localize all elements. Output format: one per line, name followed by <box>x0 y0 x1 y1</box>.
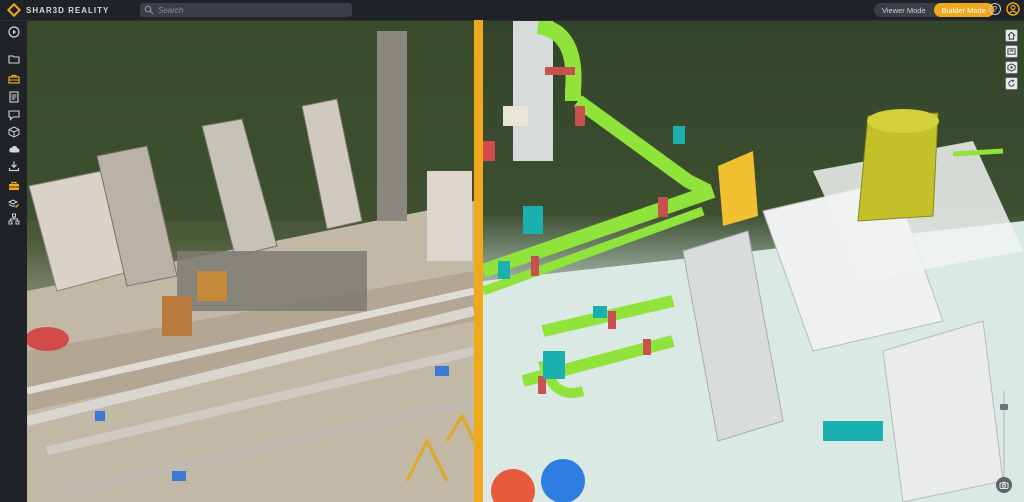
sidebar-item-cloud[interactable] <box>7 142 20 155</box>
model-scene <box>483 21 1024 502</box>
sidebar-item-folder[interactable] <box>7 52 20 65</box>
logo-mark-icon <box>8 4 20 16</box>
model-view-button[interactable] <box>1005 45 1018 58</box>
help-button[interactable]: ? <box>989 3 1001 15</box>
measure-icon <box>1007 63 1016 72</box>
user-account-icon[interactable] <box>1006 2 1020 16</box>
cloud-icon <box>8 145 19 152</box>
download-icon <box>8 161 19 171</box>
viewer-mode-button[interactable]: Viewer Mode <box>874 3 934 17</box>
sidebar-item-layers-edit[interactable] <box>7 196 20 209</box>
document-icon <box>8 90 19 103</box>
brand-name: SHAR3D REALITY <box>26 5 110 15</box>
split-view-divider[interactable] <box>474 20 483 502</box>
sidebar-item-play[interactable] <box>7 25 20 38</box>
app-root: SHAR3D REALITY Viewer Mode Builder Mode … <box>0 0 1024 502</box>
mode-switch: Viewer Mode Builder Mode <box>874 3 994 17</box>
builder-mode-button[interactable]: Builder Mode <box>933 3 994 17</box>
folder-icon <box>7 54 20 64</box>
sidebar <box>0 21 27 502</box>
sidebar-item-cube[interactable] <box>7 125 20 138</box>
comment-icon <box>7 109 20 121</box>
layers-edit-icon <box>7 198 19 208</box>
sidebar-item-hierarchy[interactable] <box>7 212 20 225</box>
viewport-toolbar <box>1005 29 1018 90</box>
sidebar-item-comment[interactable] <box>7 108 20 121</box>
home-view-icon <box>1007 31 1016 40</box>
model-view-icon <box>1007 48 1016 55</box>
camera-button[interactable] <box>996 477 1012 493</box>
measure-button[interactable] <box>1005 61 1018 74</box>
cube-icon <box>8 125 19 138</box>
zoom-slider-thumb[interactable] <box>1000 404 1008 410</box>
toolbox-icon <box>7 74 20 84</box>
sidebar-item-toolbox[interactable] <box>7 72 20 85</box>
search-input[interactable] <box>158 4 348 16</box>
builder-toolbox-icon <box>8 181 19 190</box>
play-icon <box>7 25 20 38</box>
sidebar-item-download[interactable] <box>7 159 20 172</box>
search-box[interactable] <box>140 3 352 17</box>
logo: SHAR3D REALITY <box>0 4 138 16</box>
point-cloud-scene <box>27 21 474 502</box>
home-view-button[interactable] <box>1005 29 1018 42</box>
rotate-view-icon <box>1008 79 1015 87</box>
sidebar-item-builder-toolbox[interactable] <box>7 179 20 192</box>
search-icon <box>144 5 154 15</box>
sidebar-item-document[interactable] <box>7 90 20 103</box>
point-cloud-viewport[interactable] <box>27 21 474 502</box>
rotate-view-button[interactable] <box>1005 77 1018 90</box>
hierarchy-icon <box>8 213 19 224</box>
model-viewport[interactable] <box>483 21 1024 502</box>
camera-icon <box>999 481 1009 489</box>
top-bar: SHAR3D REALITY Viewer Mode Builder Mode … <box>0 0 1024 21</box>
